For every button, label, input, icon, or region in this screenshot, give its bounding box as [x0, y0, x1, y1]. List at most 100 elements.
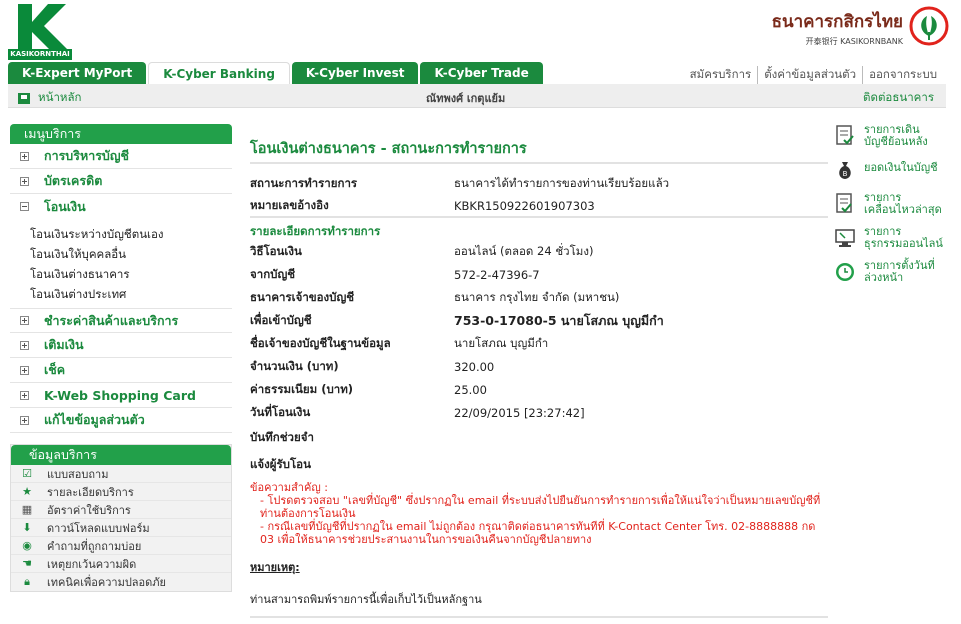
detail-row: จำนวนเงิน (บาท) 320.00: [250, 355, 828, 378]
info-item-download-forms[interactable]: ⬇ ดาวน์โหลดแบบฟอร์ม: [11, 519, 231, 537]
info-item-label: เทคนิคเพื่อความปลอดภัย: [47, 576, 166, 589]
detail-row: วิธีโอนเงิน ออนไลน์ (ตลอด 24 ชั่วโมง): [250, 240, 828, 263]
menu-item-label: เติมเงิน: [44, 337, 84, 352]
reference-label: หมายเลขอ้างอิง: [250, 197, 329, 212]
info-item-label: ดาวน์โหลดแบบฟอร์ม: [47, 521, 150, 535]
menu-item-account-management[interactable]: การบริหารบัญชี: [10, 144, 232, 169]
menu-item-credit-card[interactable]: บัตรเครดิต: [10, 169, 232, 194]
quick-link-recent-transactions[interactable]: รายการ เคลื่อนไหวล่าสุด: [834, 192, 954, 216]
collapse-icon: [20, 202, 29, 211]
submenu-own-account-transfer[interactable]: โอนเงินระหว่างบัญชีตนเอง: [30, 224, 232, 244]
menu-item-label: เช็ค: [44, 362, 66, 377]
info-item-label: อัตราค่าใช้บริการ: [47, 503, 131, 517]
quick-link-online-transactions[interactable]: รายการ ธุรกรรมออนไลน์: [834, 226, 954, 250]
detail-row: บันทึกช่วยจำ: [250, 424, 828, 451]
menu-item-edit-profile[interactable]: แก้ไขข้อมูลส่วนตัว: [10, 408, 232, 433]
transfer-status-content: โอนเงินต่างธนาคาร - สถานะการทำรายการ สถา…: [250, 124, 828, 618]
expand-icon: [20, 390, 29, 400]
info-item-faq[interactable]: ◉ คำถามที่ถูกถามบ่อย: [11, 537, 231, 555]
page-title: โอนเงินต่างธนาคาร - สถานะการทำรายการ: [250, 124, 828, 164]
detail-value: 572-2-47396-7: [454, 267, 540, 282]
svg-text:B: B: [843, 170, 848, 178]
quick-link-scheduled[interactable]: รายการตั้งวันที่ ล่วงหน้า: [834, 260, 954, 284]
status-value: ธนาคารได้ทำรายการของท่านเรียบร้อยแล้ว: [454, 175, 670, 190]
logout-link[interactable]: ออกจากระบบ: [862, 66, 943, 84]
submenu-international-transfer[interactable]: โอนเงินต่างประเทศ: [30, 284, 232, 304]
service-info-title: ข้อมูลบริการ: [11, 445, 231, 465]
expand-icon: [20, 415, 29, 425]
status-label: สถานะการทำรายการ: [250, 175, 358, 190]
menu-item-bill-payment[interactable]: ชำระค่าสินค้าและบริการ: [10, 308, 232, 333]
info-item-disclaimer[interactable]: ☚ เหตุยกเว้นความผิด: [11, 555, 231, 573]
recent-transactions-icon: [836, 193, 852, 213]
menu-item-label: บัตรเครดิต: [44, 173, 103, 188]
clock-icon: [836, 263, 854, 281]
detail-value: ออนไลน์ (ตลอด 24 ชั่วโมง): [454, 243, 594, 258]
detail-label: บันทึกช่วยจำ: [250, 429, 314, 444]
home-link[interactable]: หน้าหลัก: [18, 89, 82, 107]
contact-bank-link[interactable]: ติดต่อธนาคาร: [863, 89, 934, 107]
faq-icon: ◉: [22, 539, 32, 552]
product-tabs: K-Expert MyPort K-Cyber Banking K-Cyber …: [8, 62, 545, 84]
details-section-title: รายละเอียดการทำรายการ: [250, 224, 381, 238]
reference-value: KBKR150922601907303: [454, 198, 595, 213]
menu-item-transfer[interactable]: โอนเงิน: [10, 194, 232, 219]
info-item-questionnaire[interactable]: ☑ แบบสอบถาม: [11, 465, 231, 483]
expand-icon: [20, 176, 29, 186]
expand-icon: [20, 151, 29, 161]
menu-item-label: แก้ไขข้อมูลส่วนตัว: [44, 412, 145, 427]
detail-label: แจ้งผู้รับโอน: [250, 457, 311, 471]
bank-name-english: 开泰银行 KASIKORNBANK: [805, 37, 903, 46]
menu-item-cheque[interactable]: เช็ค: [10, 358, 232, 383]
menu-item-label: K-Web Shopping Card: [44, 387, 196, 403]
menu-item-label: การบริหารบัญชี: [44, 148, 129, 163]
k-logo-icon: [18, 4, 68, 50]
detail-label: จากบัญชี: [250, 266, 296, 281]
home-label: หน้าหลัก: [38, 90, 82, 104]
kasikorn-logo[interactable]: KASIKORNTHAI: [8, 4, 72, 60]
info-item-label: เหตุยกเว้นความผิด: [47, 557, 137, 571]
tab-k-cyber-trade[interactable]: K-Cyber Trade: [420, 62, 543, 84]
tab-k-cyber-invest[interactable]: K-Cyber Invest: [291, 62, 419, 84]
detail-label: วันที่โอนเงิน: [250, 404, 311, 419]
detail-label: เพื่อเข้าบัญชี: [250, 312, 312, 327]
quick-link-balance[interactable]: B ยอดเงินในบัญชี: [834, 158, 954, 182]
download-icon: ⬇: [22, 521, 32, 534]
info-item-security-tips[interactable]: 🔒︎ เทคนิคเพื่อความปลอดภัย: [11, 573, 231, 591]
detail-row: ธนาคารเจ้าของบัญชี ธนาคาร กรุงไทย จำกัด …: [250, 286, 828, 309]
service-info-panel: ข้อมูลบริการ ☑ แบบสอบถาม ★ รายละเอียดบริ…: [10, 444, 232, 592]
detail-row: เพื่อเข้าบัญชี 753-0-17080-5 นายโสภณ บุญ…: [250, 309, 828, 332]
quick-link-statement[interactable]: รายการเดิน บัญชีย้อนหลัง: [834, 124, 954, 148]
settings-link[interactable]: ตั้งค่าข้อมูลส่วนตัว: [757, 66, 862, 84]
calculator-icon: ▦: [21, 503, 33, 516]
menu-item-label: โอนเงิน: [44, 198, 86, 214]
star-icon: ★: [22, 485, 32, 498]
money-bag-icon: B: [839, 162, 851, 179]
submenu-third-party-transfer[interactable]: โอนเงินให้บุคคลอื่น: [30, 244, 232, 264]
checkbox-icon: ☑: [22, 467, 32, 480]
info-item-service-details[interactable]: ★ รายละเอียดบริการ: [11, 483, 231, 501]
service-menu-title: เมนูบริการ: [10, 124, 232, 144]
register-link[interactable]: สมัครบริการ: [684, 66, 758, 84]
detail-row: ค่าธรรมเนียม (บาท) 25.00: [250, 378, 828, 401]
service-menu: เมนูบริการ การบริหารบัญชี บัตรเครดิต โอน…: [10, 124, 232, 433]
notice-item: - โปรดตรวจสอบ "เลขที่บัญชี" ซึ่งปรากฏใน …: [260, 494, 821, 520]
quick-link-label: ยอดเงินในบัญชี: [864, 161, 938, 174]
tab-k-expert-myport[interactable]: K-Expert MyPort: [8, 62, 147, 84]
info-item-label: รายละเอียดบริการ: [47, 485, 134, 499]
expand-icon: [20, 316, 29, 325]
info-item-fees[interactable]: ▦ อัตราค่าใช้บริการ: [11, 501, 231, 519]
submenu-interbank-transfer[interactable]: โอนเงินต่างธนาคาร: [30, 264, 232, 284]
tab-k-cyber-banking[interactable]: K-Cyber Banking: [148, 62, 290, 84]
detail-row: ชื่อเจ้าของบัญชีในฐานข้อมูล นายโสภณ บุญม…: [250, 332, 828, 355]
quick-link-label: รายการเดิน บัญชีย้อนหลัง: [864, 123, 928, 148]
detail-value: ธนาคาร กรุงไทย จำกัด (มหาชน): [454, 289, 620, 304]
detail-value: 22/09/2015 [23:27:42]: [454, 405, 585, 420]
detail-row: แจ้งผู้รับโอน: [250, 451, 828, 479]
menu-item-k-web-shopping-card[interactable]: K-Web Shopping Card: [10, 383, 232, 408]
top-links: สมัครบริการ ตั้งค่าข้อมูลส่วนตัว ออกจากร…: [684, 66, 943, 84]
detail-label: วิธีโอนเงิน: [250, 243, 302, 258]
detail-label: ค่าธรรมเนียม (บาท): [250, 381, 354, 396]
detail-row: จากบัญชี 572-2-47396-7: [250, 263, 828, 286]
menu-item-top-up[interactable]: เติมเงิน: [10, 333, 232, 358]
